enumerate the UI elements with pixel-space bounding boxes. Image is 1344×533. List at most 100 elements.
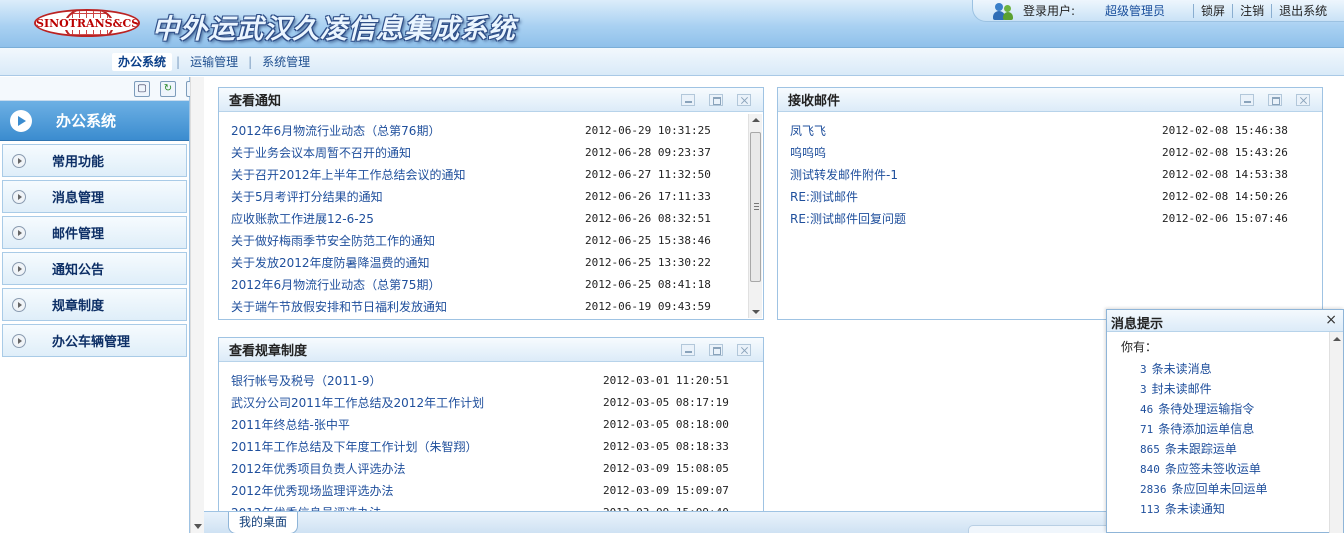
nav-transport-management[interactable]: 运输管理: [184, 53, 244, 71]
count-value: 3: [1140, 383, 1147, 396]
count-label: 条应回单未回运单: [1171, 482, 1268, 496]
item-title[interactable]: 凤飞飞: [790, 120, 826, 142]
sidebar-item-announcements[interactable]: 通知公告: [2, 252, 187, 285]
item-title[interactable]: 测试转发邮件附件-1: [790, 164, 898, 186]
minimize-icon[interactable]: [1240, 94, 1254, 106]
count-value: 865: [1140, 443, 1160, 456]
item-date: 2012-03-05 08:17:19: [603, 396, 729, 409]
list-item[interactable]: 武汉分公司2011年工作总结及2012年工作计划 2012-03-05 08:17…: [219, 392, 763, 414]
notice-scrollbar[interactable]: [748, 114, 762, 318]
list-item[interactable]: 应收账款工作进展12-6-25 2012-06-26 08:32:51: [219, 208, 763, 230]
app-window: SINOTRANS&CSC 中外运武汉久凌信息集成系统 登录用户: 超级管理员 …: [0, 0, 1344, 533]
item-title[interactable]: 关于端午节放假安排和节日福利发放通知: [231, 296, 447, 318]
close-icon[interactable]: ×: [1325, 312, 1337, 328]
list-item[interactable]: 呜呜呜 2012-02-08 15:43:26: [778, 142, 1322, 164]
message-count-item[interactable]: 865 条未跟踪运单: [1140, 440, 1237, 457]
exit-system-button[interactable]: 退出系统: [1272, 2, 1334, 19]
sidebar-item-common-functions[interactable]: 常用功能: [2, 144, 187, 177]
list-item[interactable]: RE:测试邮件 2012-02-08 14:50:26: [778, 186, 1322, 208]
close-icon[interactable]: [737, 94, 751, 106]
sidebar-title: 办公系统: [56, 112, 117, 130]
sidebar-item-label: 常用功能: [52, 155, 105, 170]
list-item[interactable]: 关于发放2012年度防暑降温费的通知 2012-06-25 13:30:22: [219, 252, 763, 274]
item-title[interactable]: 2011年工作总结及下年度工作计划（朱智翔）: [231, 436, 478, 458]
list-item[interactable]: 2011年工作总结及下年度工作计划（朱智翔） 2012-03-05 08:18:3…: [219, 436, 763, 458]
message-count-item[interactable]: 3 条未读消息: [1140, 360, 1212, 377]
scroll-up-icon[interactable]: [752, 118, 760, 122]
minimized-window-tab[interactable]: [968, 525, 1116, 533]
list-item[interactable]: 2012年优秀现场监理评选办法 2012-03-09 15:09:07: [219, 480, 763, 502]
list-item[interactable]: 关于召开2012年上半年工作总结会议的通知 2012-06-27 11:32:50: [219, 164, 763, 186]
list-item[interactable]: 2012年优秀项目负责人评选办法 2012-03-09 15:08:05: [219, 458, 763, 480]
item-title[interactable]: RE:测试邮件: [790, 186, 858, 208]
item-date: 2012-02-08 15:46:38: [1162, 124, 1288, 137]
copy-icon[interactable]: ▢: [134, 81, 150, 97]
item-title[interactable]: RE:测试邮件回复问题: [790, 208, 906, 230]
item-title[interactable]: 武汉分公司2011年工作总结及2012年工作计划: [231, 392, 484, 414]
message-count-item[interactable]: 3 封未读邮件: [1140, 380, 1212, 397]
item-title[interactable]: 2012年优秀项目负责人评选办法: [231, 458, 406, 480]
lock-screen-button[interactable]: 锁屏: [1194, 2, 1232, 19]
sidebar-item-mail-management[interactable]: 邮件管理: [2, 216, 187, 249]
list-item[interactable]: 关于5月考评打分结果的通知 2012-06-26 17:11:33: [219, 186, 763, 208]
list-item[interactable]: 凤飞飞 2012-02-08 15:46:38: [778, 120, 1322, 142]
maximize-icon[interactable]: [1268, 94, 1282, 106]
item-title[interactable]: 关于发放2012年度防暑降温费的通知: [231, 252, 430, 274]
minimize-icon[interactable]: [681, 344, 695, 356]
message-count-item[interactable]: 113 条未读通知: [1140, 500, 1225, 517]
close-icon[interactable]: [1296, 94, 1310, 106]
scroll-down-icon[interactable]: [194, 524, 202, 529]
sidebar-header[interactable]: 办公系统: [0, 101, 189, 141]
item-title[interactable]: 关于5月考评打分结果的通知: [231, 186, 383, 208]
item-title[interactable]: 2012年优秀现场监理评选办法: [231, 480, 394, 502]
item-date: 2012-06-25 13:30:22: [585, 256, 711, 269]
users-icon: [993, 2, 1015, 20]
list-item[interactable]: 银行帐号及税号（2011-9） 2012-03-01 11:20:51: [219, 370, 763, 392]
maximize-icon[interactable]: [709, 344, 723, 356]
sidebar-item-message-management[interactable]: 消息管理: [2, 180, 187, 213]
item-title[interactable]: 关于做好梅雨季节安全防范工作的通知: [231, 230, 435, 252]
sidebar-item-regulations[interactable]: 规章制度: [2, 288, 187, 321]
popup-scrollbar[interactable]: [1329, 332, 1343, 533]
list-item[interactable]: 2012年6月物流行业动态（总第76期） 2012-06-29 10:31:25: [219, 120, 763, 142]
sidebar-item-label: 邮件管理: [52, 227, 105, 242]
item-title[interactable]: 银行帐号及税号（2011-9）: [231, 370, 382, 392]
list-item[interactable]: 关于业务会议本周暂不召开的通知 2012-06-28 09:23:37: [219, 142, 763, 164]
sidebar-item-office-vehicles[interactable]: 办公车辆管理: [2, 324, 187, 357]
message-count-item[interactable]: 46 条待处理运输指令: [1140, 400, 1254, 417]
item-title[interactable]: 应收账款工作进展12-6-25: [231, 208, 374, 230]
list-item[interactable]: 测试转发邮件附件-1 2012-02-08 14:53:38: [778, 164, 1322, 186]
item-title[interactable]: 关于业务会议本周暂不召开的通知: [231, 142, 411, 164]
message-count-item[interactable]: 2836 条应回单未回运单: [1140, 480, 1268, 497]
item-date: 2012-06-26 08:32:51: [585, 212, 711, 225]
item-title[interactable]: 2011年终总结-张中平: [231, 414, 350, 436]
page-scrollbar[interactable]: [190, 77, 204, 533]
list-item[interactable]: 关于做好梅雨季节安全防范工作的通知 2012-06-25 15:38:46: [219, 230, 763, 252]
scroll-up-icon[interactable]: [1333, 337, 1341, 341]
list-item[interactable]: 2012年6月物流行业动态（总第75期） 2012-06-25 08:41:18: [219, 274, 763, 296]
item-title[interactable]: 关于召开2012年上半年工作总结会议的通知: [231, 164, 466, 186]
maximize-icon[interactable]: [709, 94, 723, 106]
item-title[interactable]: 呜呜呜: [790, 142, 826, 164]
item-title[interactable]: 2012年6月物流行业动态（总第75期）: [231, 274, 440, 296]
tab-my-desktop[interactable]: 我的桌面: [228, 512, 299, 533]
item-title[interactable]: 2012年6月物流行业动态（总第76期）: [231, 120, 440, 142]
scroll-down-icon[interactable]: [752, 310, 760, 314]
refresh-icon[interactable]: ↻: [160, 81, 176, 97]
count-value: 71: [1140, 423, 1154, 436]
logo-text: SINOTRANS&CSC: [36, 17, 140, 30]
nav-system-management[interactable]: 系统管理: [256, 53, 316, 71]
popup-title: 消息提示: [1111, 317, 1164, 332]
list-item[interactable]: 关于端午节放假安排和节日福利发放通知 2012-06-19 09:43:59: [219, 296, 763, 318]
list-item[interactable]: RE:测试邮件回复问题 2012-02-06 15:07:46: [778, 208, 1322, 230]
message-count-item[interactable]: 71 条待添加运单信息: [1140, 420, 1254, 437]
header-banner: SINOTRANS&CSC 中外运武汉久凌信息集成系统 登录用户: 超级管理员 …: [0, 0, 1344, 48]
item-date: 2012-03-09 15:08:05: [603, 462, 729, 475]
message-count-item[interactable]: 840 条应签未签收运单: [1140, 460, 1261, 477]
logout-button[interactable]: 注销: [1233, 2, 1271, 19]
list-item[interactable]: 2011年终总结-张中平 2012-03-05 08:18:00: [219, 414, 763, 436]
close-icon[interactable]: [737, 344, 751, 356]
minimize-icon[interactable]: [681, 94, 695, 106]
scroll-thumb[interactable]: [750, 132, 761, 282]
nav-office-system[interactable]: 办公系统: [112, 53, 173, 71]
